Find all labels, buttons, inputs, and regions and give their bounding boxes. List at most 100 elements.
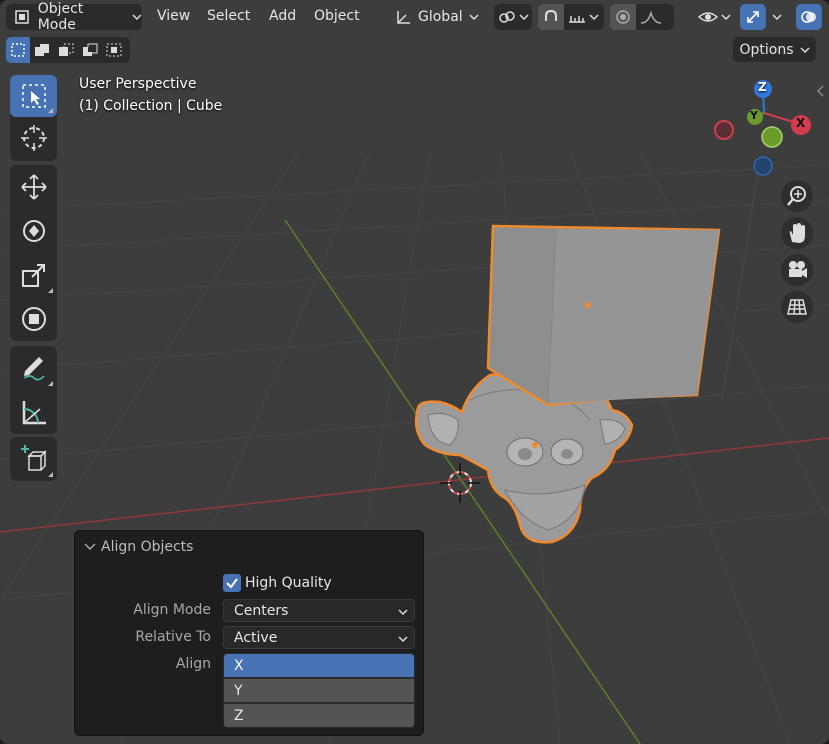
object-mode-icon bbox=[15, 10, 29, 24]
align-axis-z-toggle[interactable]: Z bbox=[223, 703, 415, 728]
chevron-down-icon bbox=[469, 14, 479, 21]
perspective-label: User Perspective bbox=[79, 76, 197, 92]
cube-object bbox=[486, 224, 721, 407]
chevron-down-icon bbox=[772, 14, 782, 21]
snap-increment-icon bbox=[569, 16, 585, 23]
scale-icon bbox=[21, 264, 45, 287]
tool-move[interactable] bbox=[10, 165, 57, 209]
gizmo-z-label[interactable]: Z bbox=[758, 80, 767, 94]
select-difference-icon bbox=[83, 43, 98, 56]
cursor-icon bbox=[20, 125, 47, 151]
x-axis-line bbox=[0, 437, 829, 533]
select-box-icon bbox=[21, 84, 46, 108]
select-new-icon bbox=[11, 43, 25, 57]
select-subtract-icon bbox=[59, 43, 74, 56]
pencil-icon bbox=[23, 357, 45, 381]
gizmo-toggle-group bbox=[740, 4, 790, 30]
tool-transform[interactable] bbox=[10, 297, 57, 341]
eye-icon bbox=[697, 12, 718, 22]
tool-scale[interactable] bbox=[10, 253, 57, 297]
select-intersect-icon bbox=[106, 43, 122, 57]
align-mode-value: Centers bbox=[234, 602, 289, 619]
menu-view[interactable]: View bbox=[157, 8, 190, 24]
add-cube-icon bbox=[20, 445, 47, 471]
camera-view-button[interactable] bbox=[781, 254, 813, 286]
menu-add[interactable]: Add bbox=[269, 8, 296, 24]
align-mode-dropdown[interactable]: Centers bbox=[223, 599, 415, 622]
magnet-icon bbox=[545, 9, 557, 21]
zoom-magnifier-icon bbox=[787, 186, 806, 206]
sidebar-toggle-icon[interactable] bbox=[815, 85, 825, 97]
snap-target-selector[interactable] bbox=[564, 10, 599, 24]
move-arrows-icon bbox=[20, 174, 47, 200]
toolbar-group-select bbox=[10, 75, 57, 161]
options-dropdown[interactable]: Options bbox=[733, 37, 816, 62]
align-axis-x-toggle[interactable]: X bbox=[223, 653, 415, 678]
chevron-down-icon bbox=[720, 14, 731, 21]
axis-y-label: Y bbox=[234, 682, 243, 699]
ortho-toggle-button[interactable] bbox=[781, 291, 813, 323]
select-mode-new[interactable] bbox=[6, 37, 30, 63]
high-quality-checkbox[interactable] bbox=[223, 574, 241, 592]
align-objects-panel: Align Objects High Quality Align Mode Ce… bbox=[74, 530, 424, 736]
chevron-down-icon bbox=[589, 14, 599, 21]
select-mode-intersect[interactable] bbox=[102, 37, 126, 63]
camera-icon bbox=[789, 261, 807, 278]
falloff-selector[interactable] bbox=[636, 9, 662, 25]
mode-label: Object Mode bbox=[37, 1, 84, 33]
select-mode-extend[interactable] bbox=[30, 37, 54, 63]
proportional-edit-group bbox=[610, 4, 674, 30]
toolbar-group-add bbox=[10, 437, 57, 481]
proportional-edit-toggle[interactable] bbox=[610, 4, 636, 30]
overlays-icon bbox=[801, 11, 816, 23]
select-extend-icon bbox=[35, 44, 49, 56]
gizmo-icon bbox=[747, 11, 759, 23]
orientation-axes-icon bbox=[397, 11, 410, 24]
viewport-header: Object Mode View Select Add Object Globa… bbox=[0, 0, 829, 34]
tool-measure[interactable] bbox=[10, 390, 57, 434]
select-mode-difference[interactable] bbox=[78, 37, 102, 63]
gizmo-x-label[interactable]: X bbox=[796, 116, 805, 130]
3d-cursor bbox=[440, 463, 480, 503]
chevron-down-icon bbox=[518, 14, 529, 21]
tool-add-cube[interactable] bbox=[10, 437, 57, 481]
align-mode-label: Align Mode bbox=[133, 602, 211, 618]
zoom-button[interactable] bbox=[781, 180, 813, 212]
chevron-down-icon bbox=[398, 609, 408, 616]
tool-select-box[interactable] bbox=[10, 75, 57, 117]
relative-to-value: Active bbox=[234, 629, 278, 646]
chevron-down-icon bbox=[799, 46, 810, 53]
relative-to-label: Relative To bbox=[135, 629, 211, 645]
high-quality-label[interactable]: High Quality bbox=[245, 575, 332, 591]
axis-z-label: Z bbox=[234, 707, 244, 724]
tool-cursor[interactable] bbox=[10, 117, 57, 159]
chevron-down-icon bbox=[132, 14, 142, 21]
transform-orientation-selector[interactable]: Global bbox=[388, 4, 486, 30]
align-axis-y-toggle[interactable]: Y bbox=[223, 678, 415, 703]
gizmo-toggle[interactable] bbox=[740, 4, 766, 30]
overlays-toggle[interactable] bbox=[796, 4, 822, 30]
snap-toggle[interactable] bbox=[538, 4, 564, 30]
panel-collapse-chevron-icon[interactable] bbox=[84, 542, 96, 552]
menu-select[interactable]: Select bbox=[207, 8, 250, 24]
tool-annotate[interactable] bbox=[10, 346, 57, 390]
relative-to-dropdown[interactable]: Active bbox=[223, 626, 415, 649]
axis-x-label: X bbox=[234, 657, 244, 674]
checkmark-icon bbox=[226, 578, 238, 589]
visibility-selector[interactable] bbox=[694, 4, 734, 30]
mode-selector[interactable]: Object Mode bbox=[6, 1, 142, 33]
gizmo-y-label[interactable]: Y bbox=[750, 109, 758, 122]
toolbar-group-transform bbox=[10, 165, 57, 341]
collection-label: (1) Collection | Cube bbox=[79, 98, 223, 114]
measure-icon bbox=[22, 401, 46, 425]
align-label: Align bbox=[175, 656, 211, 672]
selection-mode-group bbox=[6, 37, 130, 63]
tool-rotate[interactable] bbox=[10, 209, 57, 253]
options-label: Options bbox=[739, 41, 794, 58]
panel-title[interactable]: Align Objects bbox=[101, 539, 193, 555]
pan-button[interactable] bbox=[781, 217, 813, 249]
select-mode-subtract[interactable] bbox=[54, 37, 78, 63]
pivot-point-selector[interactable] bbox=[494, 4, 532, 30]
menu-object[interactable]: Object bbox=[314, 8, 360, 24]
gizmo-options-dropdown[interactable] bbox=[766, 12, 782, 22]
